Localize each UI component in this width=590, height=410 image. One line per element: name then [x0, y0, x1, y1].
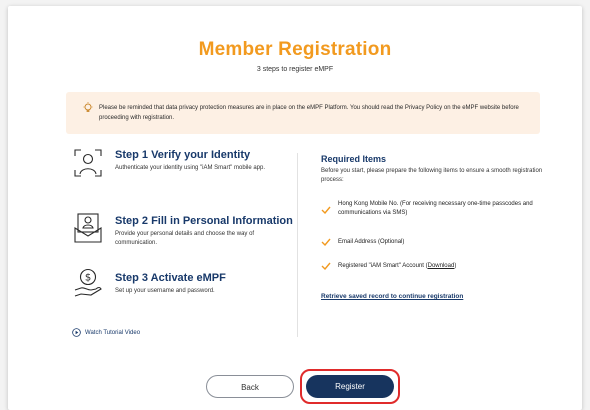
column-divider	[297, 153, 298, 337]
check-icon	[321, 206, 331, 214]
page-subtitle: 3 steps to register eMPF	[256, 66, 334, 73]
required-item-iamsmart-prefix: Registered "iAM Smart" Account (	[338, 263, 428, 269]
step-3-title: Step 3 Activate eMPF	[115, 272, 226, 284]
lightbulb-icon	[83, 102, 93, 112]
privacy-notice: Please be reminded that data privacy pro…	[66, 92, 540, 134]
register-button[interactable]: Register	[306, 375, 394, 398]
required-item-iamsmart-suffix: )	[454, 263, 457, 269]
required-items-desc: Before you start, please prepare the fol…	[321, 168, 543, 183]
step-2-desc: Provide your personal details and choose…	[115, 231, 255, 246]
coin-hand-icon: $	[74, 268, 102, 297]
play-circle-icon	[72, 328, 81, 337]
step-2-title: Step 2 Fill in Personal Information	[115, 215, 293, 227]
back-button[interactable]: Back	[206, 375, 294, 398]
check-icon	[321, 262, 331, 270]
retrieve-saved-record-link[interactable]: Retrieve saved record to continue regist…	[321, 293, 463, 300]
svg-text:$: $	[85, 273, 91, 284]
page-title: Member Registration	[198, 39, 392, 60]
required-items-title: Required Items	[321, 154, 387, 164]
step-3-desc: Set up your username and password.	[115, 288, 215, 294]
required-item-mobile-text: Hong Kong Mobile No. (For receiving nece…	[338, 201, 533, 216]
check-icon	[321, 238, 331, 246]
watch-tutorial-label: Watch Tutorial Video	[85, 329, 141, 336]
privacy-notice-text: Please be reminded that data privacy pro…	[99, 105, 519, 121]
registration-card: Member Registration 3 steps to register …	[8, 6, 582, 410]
watch-tutorial-link[interactable]: Watch Tutorial Video	[72, 328, 140, 337]
step-1-title: Step 1 Verify your Identity	[115, 149, 251, 161]
download-link[interactable]: Download	[428, 263, 455, 269]
required-item-email-text: Email Address (Optional)	[338, 239, 405, 245]
id-card-icon	[74, 213, 102, 243]
step-1-desc: Authenticate your identity using "iAM Sm…	[115, 165, 265, 171]
required-item-iamsmart-text: Registered "iAM Smart" Account (Download…	[338, 262, 550, 271]
face-scan-icon	[74, 149, 102, 177]
